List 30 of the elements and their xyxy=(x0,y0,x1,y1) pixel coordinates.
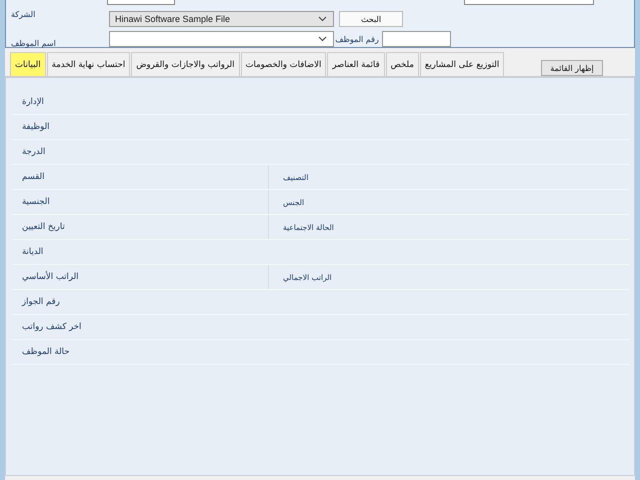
tab[interactable]: ملخص xyxy=(386,52,419,76)
field-label: الديانة xyxy=(22,247,44,257)
employee-number-label: رقم الموظف xyxy=(334,34,380,44)
field-label: حالة الموظف xyxy=(22,347,70,357)
tab[interactable]: قائمة العناصر xyxy=(327,52,385,76)
tab[interactable]: الاضافات والخصومات xyxy=(240,52,326,76)
tab[interactable]: احتساب نهاية الخدمة xyxy=(46,52,130,76)
employee-name-dropdown[interactable] xyxy=(109,31,334,47)
employee-number-field[interactable] xyxy=(382,31,451,47)
field-label: القسم xyxy=(22,172,44,182)
field-label: الوظيفة xyxy=(22,122,50,132)
field-label: الجنسية xyxy=(22,197,50,207)
field-label: تاريخ التعيين xyxy=(22,222,65,232)
chevron-down-icon xyxy=(318,36,327,42)
search-button[interactable]: البحث xyxy=(339,11,403,27)
tab[interactable]: التوزيع على المشاريع xyxy=(420,52,504,76)
field-label: الدرجة xyxy=(22,147,46,157)
company-dropdown[interactable]: Hinawi Software Sample File xyxy=(109,11,334,27)
field-label: الراتب الأساسي xyxy=(22,272,79,282)
field-label: الإدارة xyxy=(22,97,44,107)
tab[interactable]: الرواتب والاجازات والقروض xyxy=(131,52,240,76)
date-field[interactable] xyxy=(107,0,175,5)
show-list-button[interactable]: إظهار القائمة xyxy=(541,60,603,76)
field-label: رقم الجواز xyxy=(22,297,60,307)
company-label: الشركة xyxy=(10,9,36,19)
tab[interactable]: البيانات xyxy=(10,52,46,76)
field-label: اخر كشف رواتب xyxy=(22,322,82,332)
employee-name-label: اسم الموظف xyxy=(10,39,57,49)
input-field[interactable] xyxy=(464,0,594,5)
chevron-down-icon xyxy=(318,16,327,22)
